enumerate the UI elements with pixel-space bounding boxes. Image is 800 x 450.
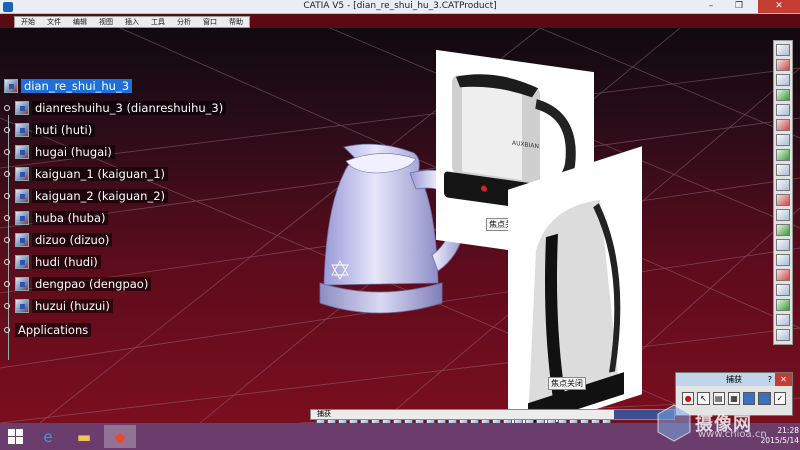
minimize-button[interactable]: – [701, 0, 721, 13]
tree-item-label[interactable]: dizuo (dizuo) [32, 232, 113, 247]
tree-item-applications[interactable]: Applications [4, 322, 92, 337]
tree-item-label[interactable]: huba (huba) [32, 210, 109, 225]
tool-icon[interactable] [776, 149, 790, 161]
menu-help[interactable]: 帮助 [223, 17, 249, 27]
select-icon[interactable] [776, 59, 790, 71]
title-bar: CATIA V5 - [dian_re_shui_hu_3.CATProduct… [0, 0, 800, 14]
tree-item-label[interactable]: kaiguan_2 (kaiguan_2) [32, 188, 169, 203]
tree-footer-label[interactable]: Applications [15, 322, 92, 337]
capture-panel-header[interactable]: 捕获 ? ✕ [676, 373, 792, 386]
close-button[interactable]: ✕ [758, 0, 800, 13]
tool-icon[interactable] [776, 134, 790, 146]
part-icon [15, 122, 29, 137]
tool-icon[interactable] [776, 254, 790, 266]
part-icon [15, 298, 29, 313]
tree-root[interactable]: dian_re_shui_hu_3 [4, 78, 133, 93]
tool-icon[interactable] [776, 74, 790, 86]
menu-insert[interactable]: 插入 [119, 17, 145, 27]
watermark-url: www.chioa.cn [698, 429, 767, 440]
tree-bullet-icon [4, 104, 10, 111]
watermark-logo-icon [657, 404, 691, 442]
workbench-icon[interactable] [776, 44, 790, 56]
tool-icon[interactable] [776, 209, 790, 221]
tree-item-hugai[interactable]: hugai (hugai) [4, 144, 115, 159]
tree-bullet-icon [4, 170, 10, 177]
menu-window[interactable]: 窗口 [197, 17, 223, 27]
status-bar: 捕获 [310, 409, 675, 420]
photo-label-2: 焦点关闭 [548, 377, 586, 390]
part-icon [15, 276, 29, 291]
tool-icon[interactable] [776, 104, 790, 116]
workbench-toolbar [773, 40, 793, 345]
tool-icon[interactable] [776, 284, 790, 296]
file-explorer-icon[interactable]: ▬ [68, 425, 100, 448]
maximize-button[interactable]: ❐ [727, 0, 751, 13]
menu-tools[interactable]: 工具 [145, 17, 171, 27]
window-title: CATIA V5 - [dian_re_shui_hu_3.CATProduct… [303, 1, 497, 11]
tree-item-label[interactable]: dengpao (dengpao) [32, 276, 152, 291]
tree-item-label[interactable]: hudi (hudi) [32, 254, 101, 269]
tree-bullet-icon [4, 148, 10, 155]
tree-bullet-icon [4, 192, 10, 199]
tree-item-huti[interactable]: huti (huti) [4, 122, 96, 137]
site-watermark: 摄像网 www.chioa.cn [650, 393, 800, 450]
tool-icon[interactable] [776, 269, 790, 281]
menu-start[interactable]: 开始 [15, 17, 41, 27]
product-icon [4, 78, 18, 93]
internet-explorer-icon[interactable]: e [32, 425, 64, 448]
tree-root-label[interactable]: dian_re_shui_hu_3 [21, 78, 133, 93]
capture-close-button[interactable]: ✕ [775, 373, 792, 386]
help-button[interactable]: ? [768, 373, 772, 386]
tree-item-dengpao[interactable]: dengpao (dengpao) [4, 276, 152, 291]
tool-icon[interactable] [776, 194, 790, 206]
tool-icon[interactable] [776, 239, 790, 251]
menu-edit[interactable]: 编辑 [67, 17, 93, 27]
part-icon [15, 166, 29, 181]
tree-item-hudi[interactable]: hudi (hudi) [4, 254, 101, 269]
tree-item-kaiguan-2[interactable]: kaiguan_2 (kaiguan_2) [4, 188, 169, 203]
tool-icon[interactable] [776, 299, 790, 311]
tree-item-label[interactable]: huti (huti) [32, 122, 96, 137]
tree-item-label[interactable]: kaiguan_1 (kaiguan_1) [32, 166, 169, 181]
windows-start-icon[interactable] [8, 429, 23, 444]
part-icon [15, 188, 29, 203]
part-icon [15, 232, 29, 247]
tool-icon[interactable] [776, 119, 790, 131]
status-prompt: 捕获 [317, 410, 331, 418]
tree-item-label[interactable]: huzui (huzui) [32, 298, 113, 313]
tree-bullet-icon [4, 302, 10, 309]
tree-bullet-icon [4, 236, 10, 243]
tree-item-huzui[interactable]: huzui (huzui) [4, 298, 113, 313]
part-icon [15, 100, 29, 115]
tree-item-label[interactable]: hugai (hugai) [32, 144, 115, 159]
part-icon [15, 144, 29, 159]
catia-taskbar-icon[interactable]: ◆ [104, 425, 136, 448]
part-icon [15, 210, 29, 225]
menu-view[interactable]: 视图 [93, 17, 119, 27]
capture-panel-title: 捕获 [726, 375, 742, 384]
tool-icon[interactable] [776, 329, 790, 341]
tree-item-dianreshuihu[interactable]: dianreshuihu_3 (dianreshuihu_3) [4, 100, 227, 115]
tree-bullet-icon [4, 280, 10, 287]
tool-icon[interactable] [776, 224, 790, 236]
tool-icon[interactable] [776, 164, 790, 176]
tree-item-kaiguan-1[interactable]: kaiguan_1 (kaiguan_1) [4, 166, 169, 181]
part-icon [15, 254, 29, 269]
menu-analyze[interactable]: 分析 [171, 17, 197, 27]
menu-bar: 开始 文件 编辑 视图 插入 工具 分析 窗口 帮助 [14, 16, 250, 28]
tree-bullet-icon [4, 326, 10, 333]
menu-file[interactable]: 文件 [41, 17, 67, 27]
tree-item-label[interactable]: dianreshuihu_3 (dianreshuihu_3) [32, 100, 227, 115]
tree-bullet-icon [4, 258, 10, 265]
tree-item-dizuo[interactable]: dizuo (dizuo) [4, 232, 113, 247]
tool-icon[interactable] [776, 314, 790, 326]
tree-bullet-icon [4, 214, 10, 221]
tool-icon[interactable] [776, 179, 790, 191]
3d-viewport[interactable]: AUXBIAN 焦点关闭 焦点关闭 dian_re_shui_hu_3 dian… [0, 28, 800, 423]
tool-icon[interactable] [776, 89, 790, 101]
tree-item-huba[interactable]: huba (huba) [4, 210, 109, 225]
tree-bullet-icon [4, 126, 10, 133]
